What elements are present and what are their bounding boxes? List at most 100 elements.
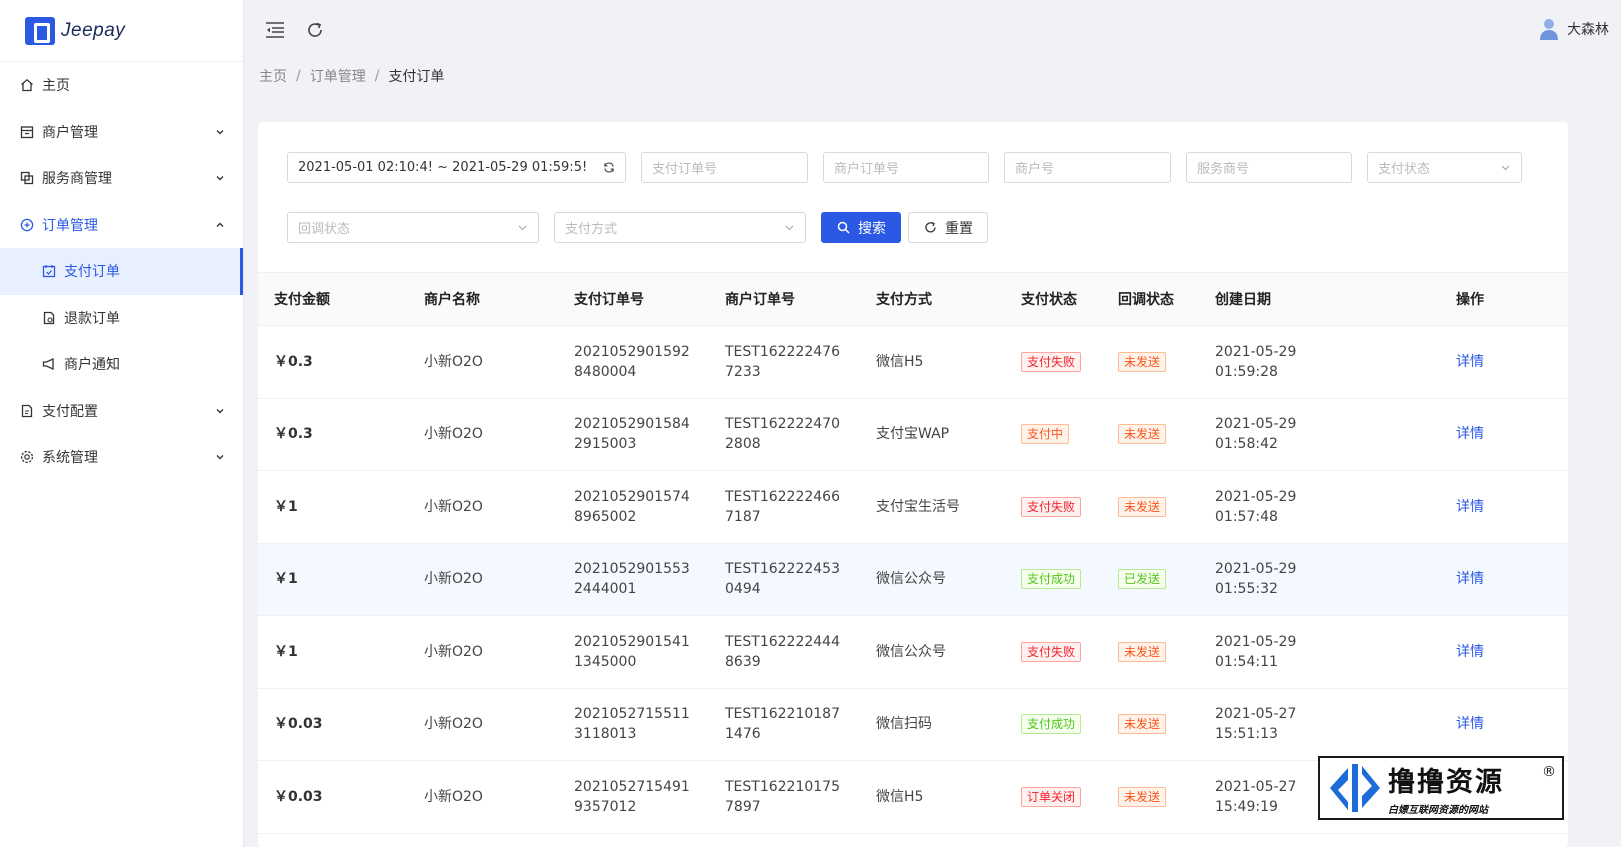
search-button[interactable]: 搜索 — [821, 212, 901, 243]
sidebar-item-label: 商户通知 — [64, 357, 120, 374]
status-badge: 支付中 — [1021, 424, 1070, 445]
status-badge: 支付失败 — [1021, 496, 1082, 517]
cell-mch-order-no: TEST1622224767233 — [709, 325, 860, 399]
cell-pay-order-no-text: 20210529015928480004 — [574, 343, 690, 380]
cell-created-text: 2021-05-29 01:58:42 — [1215, 416, 1297, 453]
sidebar-item-label: 服务商管理 — [42, 171, 112, 188]
cell-pay-state: 订单关闭 — [1005, 760, 1102, 834]
sidebar-item-refund-order[interactable]: 退款订单 — [0, 295, 243, 342]
mch-order-no-input[interactable]: 商户订单号 — [823, 152, 989, 183]
cell-pay-order-no: 20210529015411345000 — [558, 615, 709, 689]
sidebar-item-merchant[interactable]: 商户管理 — [0, 109, 243, 156]
cell-mch-name-text: 小新O2O — [424, 498, 483, 515]
detail-link[interactable]: 详情 — [1456, 354, 1484, 370]
cell-pay-way: 微信H5 — [860, 325, 1005, 399]
reset-button-label: 重置 — [945, 220, 973, 237]
gear-icon — [20, 450, 34, 464]
sidebar-item-home[interactable]: 主页 — [0, 62, 243, 109]
cell-notify-state: 未发送 — [1102, 398, 1199, 471]
cell-mch-name: 小新O2O — [408, 615, 558, 689]
cell-created: 2021-05-29 01:55:32 — [1199, 543, 1440, 616]
cell-mch-name-text: 小新O2O — [424, 353, 483, 370]
chevron-down-icon — [215, 173, 225, 183]
cell-mch-name-text: 小新O2O — [424, 716, 483, 733]
mch-no-input[interactable]: 商户号 — [1004, 152, 1171, 183]
cell-mch-order-no: TEST1622224667187 — [709, 470, 860, 544]
config-icon — [20, 404, 34, 418]
detail-link[interactable]: 详情 — [1456, 644, 1484, 660]
cell-created: 2021-05-29 01:54:11 — [1199, 615, 1440, 689]
mch-order-no-placeholder: 商户订单号 — [834, 162, 900, 177]
user-name: 大森林 — [1567, 22, 1609, 38]
sidebar-item-label: 退款订单 — [64, 310, 120, 327]
cell-mch-order-no-text: TEST1622224530494 — [725, 561, 841, 598]
pay-way-select[interactable]: 支付方式 — [554, 212, 806, 243]
cell-pay-way: 微信公众号 — [860, 615, 1005, 689]
cell-action: 详情 — [1440, 688, 1568, 761]
logo[interactable]: Jeepay — [0, 0, 243, 62]
cell-amount: ￥0.03 — [258, 688, 408, 761]
detail-link[interactable]: 详情 — [1456, 499, 1484, 515]
cell-pay-order-no: 20210527155113118013 — [558, 688, 709, 761]
cell-pay-state: 支付失败 — [1005, 325, 1102, 399]
chevron-down-icon — [516, 221, 528, 233]
cell-notify-state: 未发送 — [1102, 325, 1199, 399]
registered-mark: ® — [1542, 764, 1556, 780]
notify-state-select[interactable]: 回调状态 — [287, 212, 539, 243]
pay-state-select[interactable]: 支付状态 — [1367, 152, 1522, 183]
status-badge: 未发送 — [1118, 714, 1167, 735]
detail-link[interactable]: 详情 — [1456, 716, 1484, 732]
column-header: 回调状态 — [1102, 272, 1199, 326]
search-button-label: 搜索 — [858, 220, 886, 237]
cell-pay-way-text: 微信公众号 — [876, 571, 946, 588]
pay-order-no-input[interactable]: 支付订单号 — [641, 152, 808, 183]
sidebar-item-isv[interactable]: 服务商管理 — [0, 155, 243, 202]
detail-link[interactable]: 详情 — [1456, 426, 1484, 442]
megaphone-icon — [42, 357, 56, 371]
breadcrumb-home[interactable]: 主页 — [259, 66, 287, 86]
cell-mch-order-no-text: TEST1622224702808 — [725, 416, 841, 453]
column-header: 商户订单号 — [709, 272, 860, 326]
sidebar-item-system[interactable]: 系统管理 — [0, 434, 243, 481]
cell-action: 详情 — [1440, 398, 1568, 471]
column-header: 支付方式 — [860, 272, 1005, 326]
column-header: 创建日期 — [1199, 272, 1440, 326]
table-row: ￥0.3 小新O2O 20210529015928480004 TEST1622224… — [258, 325, 1568, 399]
cell-pay-state: 支付失败 — [1005, 470, 1102, 544]
detail-link[interactable]: 详情 — [1456, 571, 1484, 587]
sidebar-item-mch-notify[interactable]: 商户通知 — [0, 341, 243, 388]
breadcrumb-order[interactable]: 订单管理 — [310, 66, 366, 86]
sidebar-item-label: 商户管理 — [42, 124, 98, 141]
sidebar-item-pay-order[interactable]: 支付订单 — [0, 248, 243, 295]
column-header: 操作 — [1440, 272, 1568, 326]
cell-mch-name: 小新O2O — [408, 470, 558, 544]
menu-fold-icon[interactable] — [264, 19, 286, 41]
date-range-picker[interactable]: 2021-05-01 02:10:4! ~ 2021-05-29 01:59:5… — [287, 152, 626, 183]
status-badge: 支付失败 — [1021, 641, 1082, 662]
sidebar-item-order[interactable]: 订单管理 — [0, 202, 243, 249]
status-badge: 支付成功 — [1021, 714, 1082, 735]
cell-pay-order-no: 20210529015532444001 — [558, 543, 709, 616]
jeepay-logo-icon — [25, 16, 55, 45]
cell-mch-order-no-text: TEST1622101871476 — [725, 706, 841, 743]
cell-mch-name-text: 小新O2O — [424, 788, 483, 805]
isv-no-input[interactable]: 服务商号 — [1186, 152, 1352, 183]
watermark-text: 撸撸资源 白嫖互联网资源的网站 — [1388, 760, 1504, 816]
date-range-value: 2021-05-01 02:10:4! ~ 2021-05-29 01:59:5… — [298, 160, 588, 175]
shop-icon — [20, 125, 34, 139]
table-row: ￥0.03 小新O2O 20210527155113118013 TEST162210… — [258, 688, 1568, 761]
cell-amount: ￥1 — [258, 470, 408, 544]
user-menu[interactable]: 大森林 — [1539, 18, 1609, 40]
cell-pay-order-no-text: 20210527155113118013 — [574, 706, 690, 743]
sync-icon[interactable] — [603, 161, 615, 173]
reset-button[interactable]: 重置 — [908, 212, 988, 243]
cell-mch-order-no-text: TEST1622224767233 — [725, 343, 841, 380]
refresh-icon[interactable] — [304, 19, 326, 41]
table-row: ￥0.3 小新O2O 20210529015842915003 TEST1622224… — [258, 398, 1568, 471]
cell-pay-order-no-text: 20210529015842915003 — [574, 416, 690, 453]
chevron-down-icon — [215, 406, 225, 416]
isv-no-placeholder: 服务商号 — [1197, 162, 1250, 177]
column-header: 商户名称 — [408, 272, 558, 326]
sidebar-item-pay-config[interactable]: 支付配置 — [0, 388, 243, 435]
pay-way-placeholder: 支付方式 — [565, 222, 618, 237]
